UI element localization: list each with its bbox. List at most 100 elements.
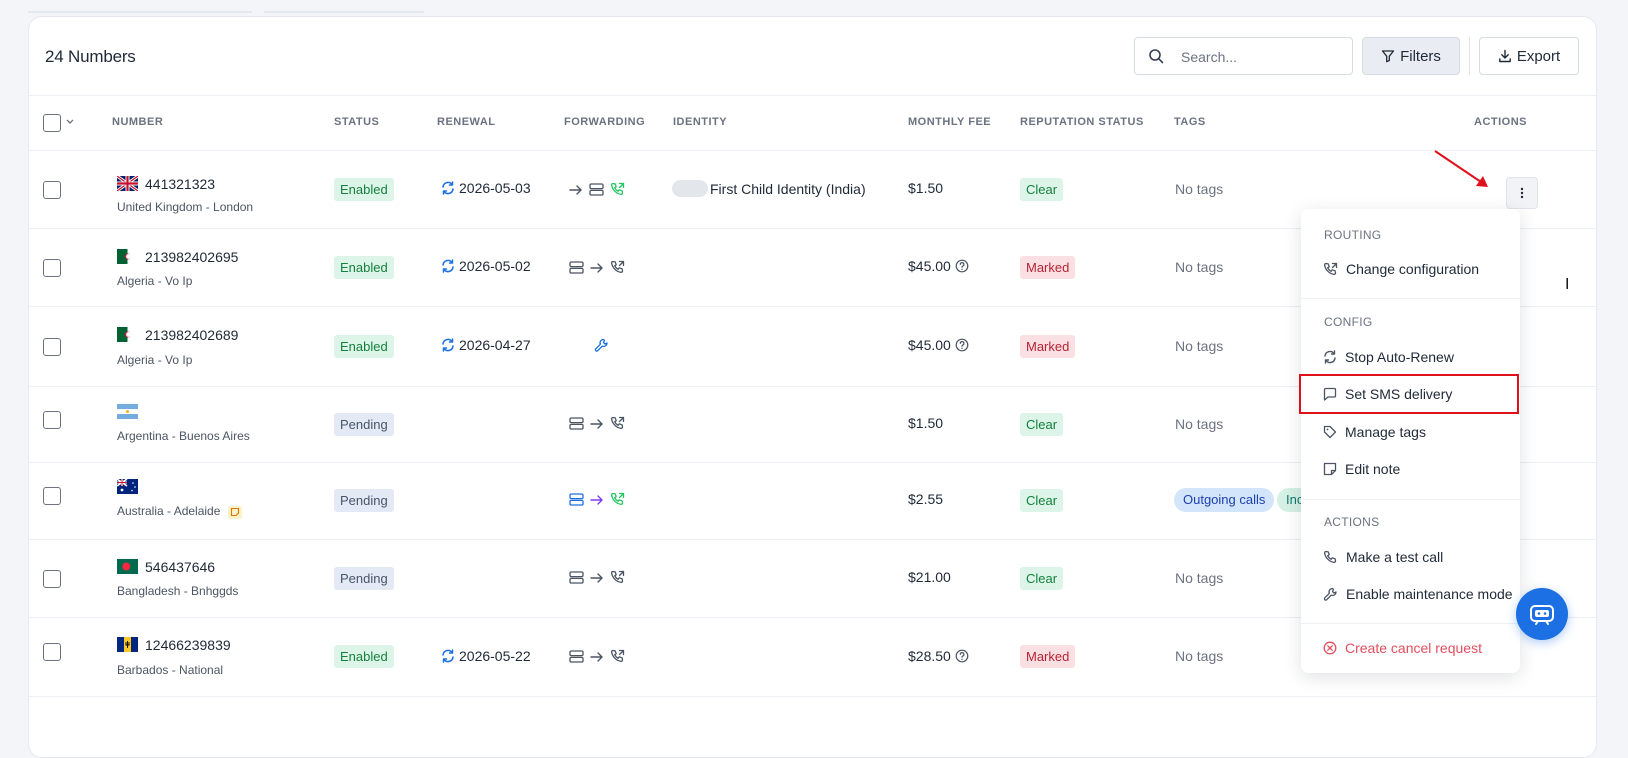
number-location: Australia - Adelaide (117, 504, 242, 519)
reputation-badge: Marked (1020, 645, 1076, 668)
monthly-fee: $1.50 (908, 180, 944, 196)
phone-outgoing-icon (610, 492, 625, 506)
filters-button[interactable]: Filters (1362, 37, 1460, 75)
renewal-date: 2026-05-03 (441, 180, 531, 196)
help-circle-icon[interactable] (955, 259, 969, 273)
select-all-checkbox[interactable] (43, 114, 61, 132)
menu-item-enable-maintenance[interactable]: Enable maintenance mode (1323, 586, 1513, 602)
menu-divider (1301, 623, 1520, 624)
phone-number[interactable]: 213982402695 (145, 249, 238, 265)
forwarding-route[interactable] (594, 338, 609, 353)
forwarding-route[interactable] (569, 570, 625, 585)
search-box[interactable] (1134, 37, 1353, 75)
phone-outgoing-icon (610, 570, 625, 584)
server-icon (589, 183, 604, 196)
menu-item-manage-tags[interactable]: Manage tags (1323, 424, 1426, 440)
tag-icon (1323, 425, 1337, 439)
col-actions: ACTIONS (1474, 116, 1527, 128)
menu-divider (1301, 298, 1520, 299)
menu-divider (1301, 499, 1520, 500)
export-label: Export (1516, 47, 1561, 65)
card-header: 24 Numbers Filters Export (29, 17, 1596, 96)
tags-cell: No tags (1175, 648, 1224, 664)
support-chat-button[interactable] (1516, 588, 1568, 640)
arrow-right-icon (590, 418, 603, 429)
server-icon (569, 261, 584, 274)
col-renewal[interactable]: RENEWAL (437, 116, 496, 128)
row-checkbox[interactable] (43, 181, 61, 199)
server-icon (569, 417, 584, 430)
col-monthly-fee[interactable]: MONTHLY FEE (908, 116, 991, 128)
row-checkbox[interactable] (43, 411, 61, 429)
number-location: Argentina - Buenos Aires (117, 429, 250, 443)
algeria-flag-icon (117, 327, 138, 342)
help-circle-icon[interactable] (955, 649, 969, 663)
forwarding-route[interactable] (569, 182, 625, 197)
tags-cell: No tags (1175, 416, 1224, 432)
tags-cell: No tags (1175, 181, 1224, 197)
row-checkbox[interactable] (43, 338, 61, 356)
row-checkbox[interactable] (43, 259, 61, 277)
phone-number[interactable]: 441321323 (145, 176, 215, 192)
status-badge: Pending (334, 413, 394, 436)
forwarding-route[interactable] (569, 492, 625, 507)
server-icon (569, 493, 584, 506)
auto-renew-icon (442, 181, 454, 195)
identity-cell[interactable]: First Child Identity (India) (672, 180, 866, 197)
status-badge: Enabled (334, 335, 394, 358)
bangladesh-flag-icon (117, 559, 138, 574)
menu-item-create-cancel-request[interactable]: Create cancel request (1323, 640, 1482, 656)
help-circle-icon[interactable] (955, 338, 969, 352)
status-badge: Enabled (334, 256, 394, 279)
monthly-fee: $1.50 (908, 415, 944, 431)
row-actions-menu: ROUTING Change configuration CONFIG Stop… (1301, 209, 1520, 673)
annotation-arrow-icon (1434, 150, 1488, 187)
number-location: Barbados - National (117, 663, 224, 677)
more-vertical-icon (1520, 187, 1524, 199)
server-icon (569, 650, 584, 663)
reputation-badge: Marked (1020, 335, 1076, 358)
forwarding-route[interactable] (569, 260, 625, 275)
col-status[interactable]: STATUS (334, 116, 379, 128)
reputation-badge: Marked (1020, 256, 1076, 279)
row-checkbox[interactable] (43, 487, 61, 505)
menu-section-routing: ROUTING (1324, 228, 1382, 242)
phone-number[interactable]: 546437646 (145, 559, 215, 575)
export-button[interactable]: Export (1479, 37, 1579, 75)
monthly-fee: $28.50 (908, 648, 969, 664)
row-actions-button[interactable] (1506, 177, 1538, 209)
number-location: Algeria - Vo Ip (117, 353, 193, 367)
menu-item-make-test-call[interactable]: Make a test call (1323, 549, 1443, 565)
search-input[interactable] (1179, 46, 1348, 68)
menu-item-stop-auto-renew[interactable]: Stop Auto-Renew (1323, 349, 1454, 365)
col-number[interactable]: NUMBER (112, 116, 163, 128)
x-circle-icon (1323, 641, 1337, 655)
col-forwarding[interactable]: FORWARDING (564, 116, 645, 128)
phone-outgoing-icon (610, 260, 625, 274)
col-tags[interactable]: TAGS (1174, 116, 1206, 128)
col-identity[interactable]: IDENTITY (673, 116, 727, 128)
forwarding-route[interactable] (569, 649, 625, 664)
filter-icon (1381, 50, 1395, 63)
chat-bot-icon (1530, 605, 1554, 625)
phone-number[interactable]: 12466239839 (145, 637, 231, 653)
row-checkbox[interactable] (43, 643, 61, 661)
forwarding-route[interactable] (569, 416, 625, 431)
barbados-flag-icon (117, 637, 138, 652)
auto-renew-icon (1324, 350, 1336, 364)
reputation-badge: Clear (1020, 489, 1064, 512)
monthly-fee: $21.00 (908, 569, 951, 585)
arrow-right-icon (569, 184, 582, 195)
note-icon[interactable] (227, 506, 242, 519)
row-checkbox[interactable] (43, 570, 61, 588)
menu-item-edit-note[interactable]: Edit note (1323, 461, 1400, 477)
renewal-date: 2026-04-27 (441, 337, 531, 353)
phone-number[interactable]: 213982402689 (145, 327, 238, 343)
chevron-down-icon[interactable] (66, 119, 74, 125)
phone-icon (1323, 550, 1337, 563)
col-reputation-status[interactable]: REPUTATION STATUS (1020, 116, 1144, 128)
table-header: NUMBER STATUS RENEWAL FORWARDING IDENTIT… (29, 96, 1596, 151)
menu-item-change-configuration[interactable]: Change configuration (1323, 261, 1479, 277)
reputation-badge: Clear (1020, 178, 1064, 201)
server-icon (569, 571, 584, 584)
